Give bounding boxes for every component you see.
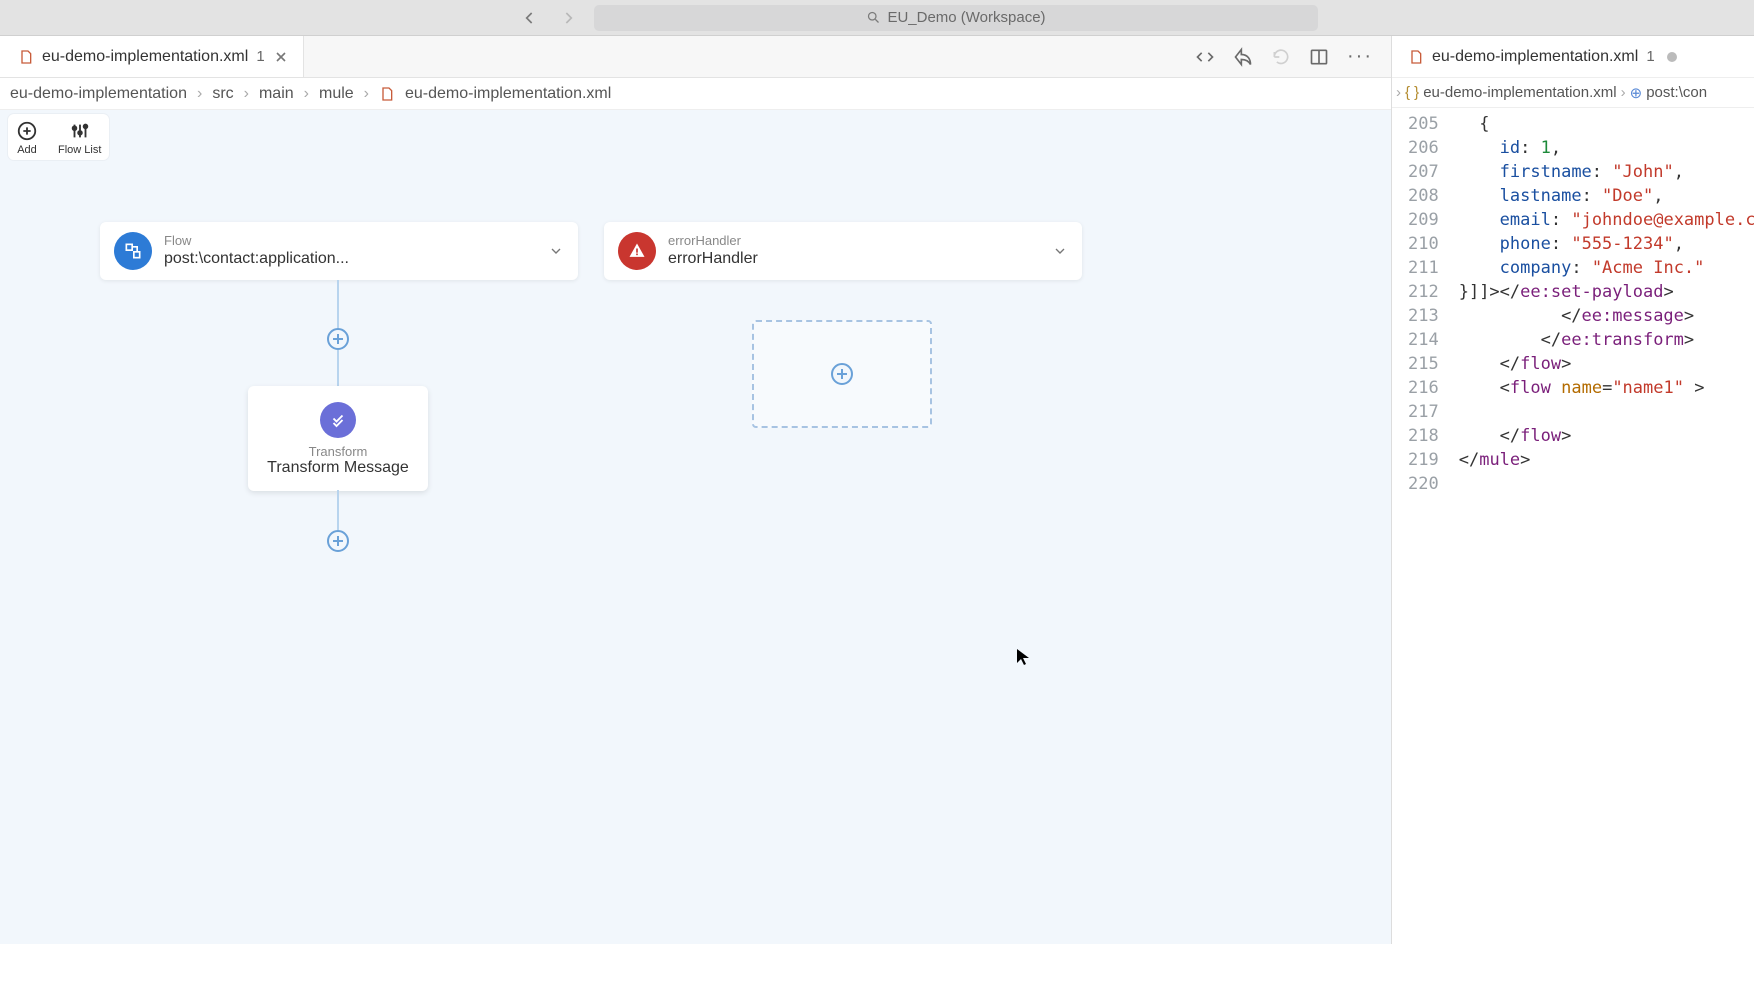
flow-card-type: Flow [164,233,349,249]
crumb-item[interactable]: eu-demo-implementation [10,85,187,103]
unsaved-dot-icon [1667,52,1677,62]
crumb-item[interactable]: mule [319,85,354,103]
chevron-right-icon[interactable]: › [1396,84,1401,101]
split-editor-icon[interactable] [1309,47,1329,67]
chevron-down-icon[interactable] [1052,243,1068,259]
code-tab-badge: 1 [1646,48,1654,65]
add-node-button[interactable] [831,363,853,385]
add-node-button[interactable] [327,530,349,552]
code-breadcrumb: › { } eu-demo-implementation.xml › ⊕ pos… [1392,78,1754,108]
flow-icon [114,232,152,270]
errorhandler-card-name: errorHandler [668,249,758,269]
line-gutter: 2052062072082092102112122132142152162172… [1392,108,1453,944]
close-icon[interactable] [273,49,289,65]
transform-node-name: Transform Message [266,459,410,477]
editor-tabrow: eu-demo-implementation.xml 1 ··· [0,36,1391,78]
canvas-toolbar: Add Flow List [8,114,109,160]
nav-back-icon[interactable] [520,8,540,28]
errorhandler-card[interactable]: errorHandler errorHandler [604,222,1082,280]
crumb-item[interactable]: main [259,85,294,103]
xml-file-icon [1408,49,1424,65]
refresh-icon[interactable] [1271,47,1291,67]
errorhandler-card-type: errorHandler [668,233,758,249]
crumb-item[interactable]: src [212,85,233,103]
titlebar: EU_Demo (Workspace) [0,0,1754,36]
connector-line [337,490,339,530]
flow-canvas[interactable]: Add Flow List Flow post:\contact:applica… [0,110,1391,944]
editor-tab-badge: 1 [256,48,264,65]
code-crumb-file[interactable]: eu-demo-implementation.xml [1423,84,1616,101]
run-icon[interactable] [1233,47,1253,67]
cursor-icon [1016,648,1030,666]
more-icon[interactable]: ··· [1347,45,1373,68]
error-icon [618,232,656,270]
add-button-label: Add [17,144,37,156]
workspace-search[interactable]: EU_Demo (Workspace) [594,5,1318,31]
connector-line [337,350,339,386]
editor-tab-name: eu-demo-implementation.xml [42,48,248,66]
dropzone[interactable] [752,320,932,428]
xml-file-icon [18,49,34,65]
code-content[interactable]: { id: 1, firstname: "John", lastname: "D… [1453,108,1754,944]
breadcrumb: eu-demo-implementation› src› main› mule›… [0,78,1391,110]
code-editor[interactable]: 2052062072082092102112122132142152162172… [1392,108,1754,944]
code-toggle-icon[interactable] [1195,47,1215,67]
flowlist-button-label: Flow List [58,144,101,156]
add-node-button[interactable] [327,328,349,350]
flowlist-button[interactable]: Flow List [58,120,101,156]
flow-card[interactable]: Flow post:\contact:application... [100,222,578,280]
crumb-item: eu-demo-implementation.xml [405,85,611,103]
code-crumb-symbol[interactable]: post:\con [1646,84,1707,101]
code-tab[interactable]: eu-demo-implementation.xml 1 [1392,36,1754,78]
workspace-search-label: EU_Demo (Workspace) [887,9,1045,26]
transform-node[interactable]: Transform Transform Message [248,386,428,491]
chevron-down-icon[interactable] [548,243,564,259]
code-tab-name: eu-demo-implementation.xml [1432,48,1638,66]
editor-tab[interactable]: eu-demo-implementation.xml 1 [0,36,304,77]
transform-icon [320,402,356,438]
flow-card-name: post:\contact:application... [164,249,349,269]
xml-file-icon [379,86,395,102]
transform-node-type: Transform [266,444,410,459]
search-icon [866,10,881,25]
add-button[interactable]: Add [16,120,38,156]
nav-forward-icon [558,8,578,28]
connector-line [337,280,339,328]
